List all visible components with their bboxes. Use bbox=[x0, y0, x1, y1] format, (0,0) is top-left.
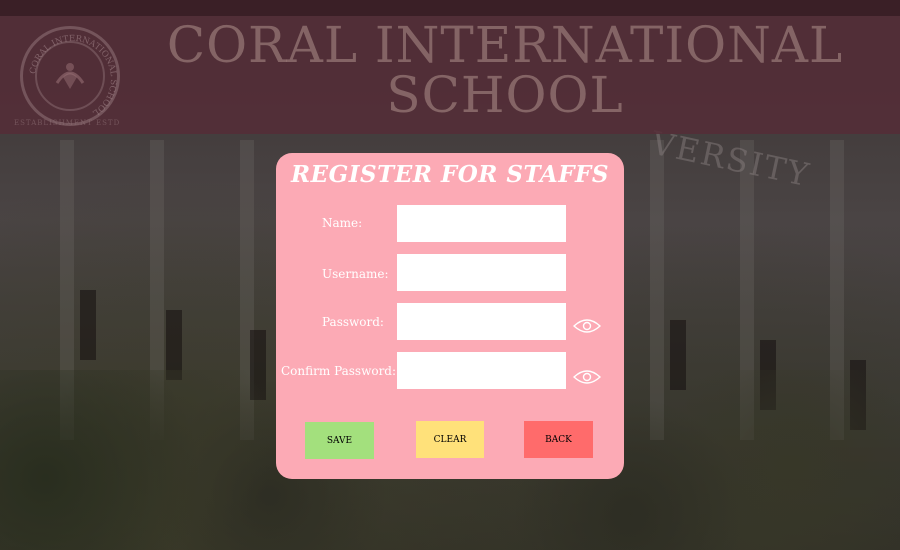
name-input[interactable] bbox=[397, 205, 566, 242]
top-strip bbox=[0, 0, 900, 16]
back-button[interactable]: BACK bbox=[524, 421, 593, 458]
save-button[interactable]: SAVE bbox=[305, 422, 374, 459]
school-logo: CORAL INTERNATIONAL SCHOOL bbox=[20, 26, 120, 126]
logo-ring-text: CORAL INTERNATIONAL SCHOOL bbox=[28, 34, 118, 118]
name-label: Name: bbox=[322, 216, 363, 230]
school-name-heading: CORAL INTERNATIONAL SCHOOL bbox=[166, 16, 844, 124]
logo-caption: ESTABLISHMENT ESTD bbox=[14, 119, 121, 127]
username-input[interactable] bbox=[397, 254, 566, 291]
eye-icon[interactable] bbox=[573, 318, 601, 334]
building-sign-text: VERSITY bbox=[647, 123, 814, 195]
confirm-password-input[interactable] bbox=[397, 352, 566, 389]
clear-button[interactable]: CLEAR bbox=[416, 421, 484, 458]
svg-text:CORAL INTERNATIONAL SCHOOL: CORAL INTERNATIONAL SCHOOL bbox=[28, 34, 118, 118]
register-form-card: REGISTER FOR STAFFS Name: Username: Pass… bbox=[276, 153, 624, 479]
password-label: Password: bbox=[322, 315, 384, 329]
eye-icon[interactable] bbox=[573, 369, 601, 385]
building-window bbox=[80, 290, 96, 360]
confirm-password-label: Confirm Password: bbox=[281, 364, 397, 378]
header-banner: CORAL INTERNATIONAL SCHOOL ESTABLISHMENT… bbox=[0, 16, 900, 134]
form-title: REGISTER FOR STAFFS bbox=[291, 161, 609, 188]
password-input[interactable] bbox=[397, 303, 566, 340]
username-label: Username: bbox=[322, 267, 389, 281]
